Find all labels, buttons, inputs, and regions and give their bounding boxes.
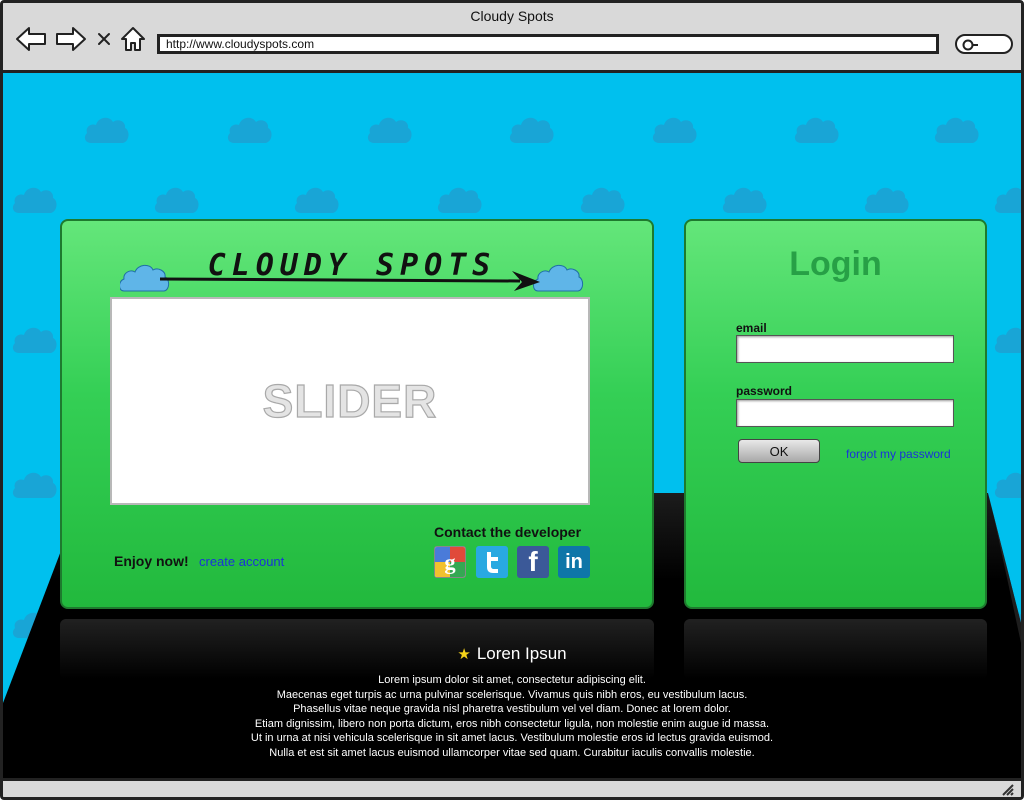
facebook-button[interactable]: f bbox=[517, 546, 549, 578]
contact-developer-heading: Contact the developer bbox=[434, 524, 582, 540]
footer-line: Maecenas eget turpis ac urna pulvinar sc… bbox=[276, 688, 748, 701]
forgot-password-link[interactable]: forgot my password bbox=[846, 447, 951, 461]
create-account-link[interactable]: create account bbox=[199, 554, 284, 569]
browser-toolbar: Cloudy Spots http://www.cloudyspots.com bbox=[3, 3, 1021, 73]
email-field[interactable] bbox=[736, 335, 954, 363]
resize-grip-icon[interactable] bbox=[1001, 783, 1015, 797]
image-slider[interactable]: SLIDER bbox=[110, 297, 590, 505]
enjoy-label: Enjoy now! bbox=[114, 553, 189, 569]
forward-button[interactable] bbox=[55, 25, 87, 53]
arrow-right-icon bbox=[56, 27, 86, 51]
address-bar[interactable]: http://www.cloudyspots.com bbox=[157, 34, 939, 54]
search-icon bbox=[962, 39, 978, 51]
cloudy-spots-logo: CLOUDY SPOTS bbox=[119, 245, 584, 299]
footer-line: Lorem ipsum dolor sit amet, consectetur … bbox=[378, 674, 646, 686]
home-icon bbox=[121, 27, 145, 51]
footer-line: Etiam dignissim, libero non porta dictum… bbox=[254, 717, 770, 730]
linkedin-button[interactable]: in bbox=[558, 546, 590, 578]
footer-line: Ut in urna at nisi vehicula scelerisque … bbox=[250, 732, 774, 744]
password-label: password bbox=[736, 384, 793, 398]
password-field[interactable] bbox=[736, 399, 954, 427]
home-button[interactable] bbox=[119, 25, 147, 53]
google-icon: g bbox=[435, 547, 465, 577]
slider-placeholder: SLIDER bbox=[262, 374, 438, 427]
close-icon bbox=[98, 33, 110, 45]
ok-button[interactable]: OK bbox=[738, 439, 820, 463]
star-icon: ★ bbox=[457, 646, 471, 663]
google-button[interactable]: g bbox=[434, 546, 466, 578]
email-label: email bbox=[736, 321, 767, 335]
back-button[interactable] bbox=[15, 25, 47, 53]
footer-line: Phasellus vitae neque gravida nisl phare… bbox=[293, 703, 731, 715]
twitter-icon bbox=[476, 546, 508, 578]
footer-heading: ★ Loren Ipsun bbox=[3, 644, 1021, 664]
arrow-left-icon bbox=[16, 27, 46, 51]
linkedin-icon: in bbox=[565, 550, 583, 573]
login-panel: Login email password OK forgot my passwo… bbox=[684, 219, 987, 609]
hero-panel: CLOUDY SPOTS SLIDER Enjoy now! create ac… bbox=[60, 219, 654, 609]
twitter-button[interactable] bbox=[476, 546, 508, 578]
svg-text:g: g bbox=[444, 550, 456, 575]
footer-paragraph: Lorem ipsum dolor sit amet, consectetur … bbox=[3, 673, 1021, 760]
facebook-icon: f bbox=[528, 546, 538, 577]
footer-heading-text: Loren Ipsun bbox=[476, 644, 567, 663]
window-title: Cloudy Spots bbox=[470, 8, 554, 24]
stop-button[interactable] bbox=[95, 25, 113, 53]
login-title: Login bbox=[789, 245, 882, 283]
logo-graphic: CLOUDY SPOTS bbox=[119, 248, 584, 292]
footer-line: Nulla et est sit amet lacus euismod ulla… bbox=[269, 746, 755, 759]
status-bar bbox=[3, 778, 1021, 797]
logo-text: CLOUDY SPOTS bbox=[208, 248, 497, 283]
page-viewport: CLOUDY SPOTS SLIDER Enjoy now! create ac… bbox=[3, 73, 1021, 778]
browser-window: Cloudy Spots http://www.cloudyspots.com bbox=[0, 0, 1024, 800]
search-field[interactable] bbox=[955, 34, 1013, 54]
